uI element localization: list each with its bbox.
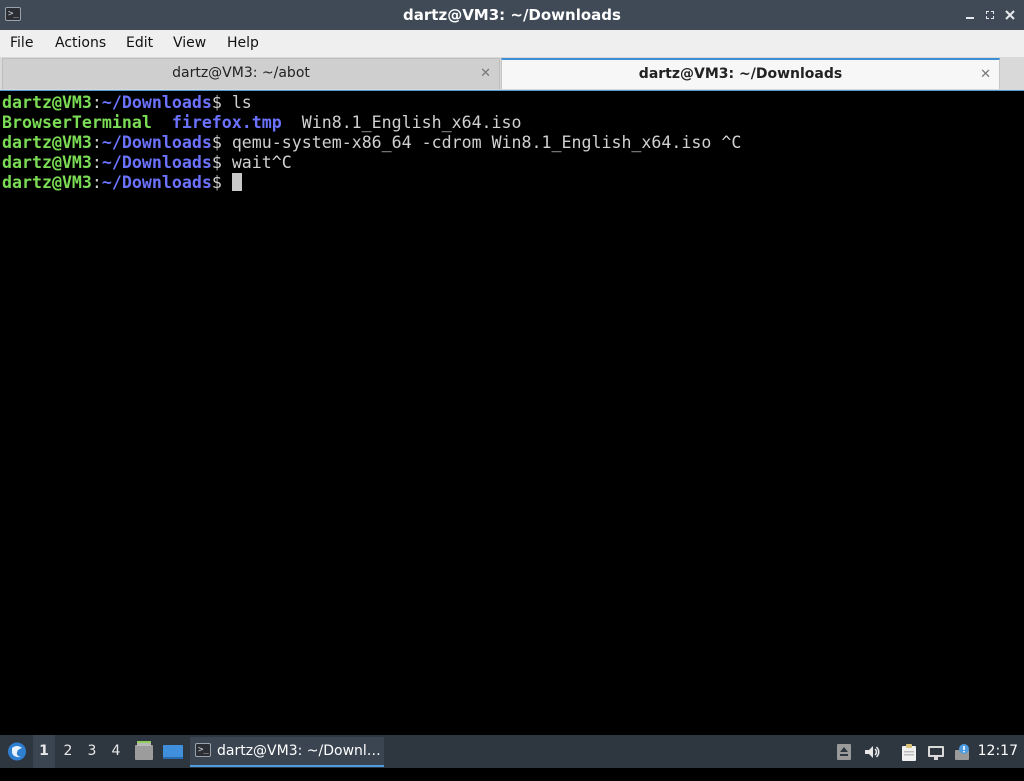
close-icon [1005,10,1015,20]
ls-entry-file: Win8.1_English_x64.iso [301,113,522,132]
prompt-colon: : [91,153,102,172]
close-button[interactable] [1000,5,1020,25]
file-manager-launcher[interactable] [133,735,155,768]
desktop-icon [163,745,183,759]
prompt-symbol: $ [211,93,222,112]
prompt-cwd: ~/Downloads [101,153,212,172]
workspace-1[interactable]: 1 [33,735,55,768]
tab-abot-label: dartz@VM3: ~/abot [172,65,310,81]
tab-downloads[interactable]: dartz@VM3: ~/Downloads ✕ [501,58,1000,89]
restore-button[interactable] [980,5,1000,25]
update-notifier-button[interactable] [954,743,972,761]
tab-bar: dartz@VM3: ~/abot ✕ dartz@VM3: ~/Downloa… [0,57,1024,90]
ls-entry-directory: firefox.tmp [171,113,282,132]
show-desktop-button[interactable] [161,735,185,768]
terminal-line: dartz@VM3:~/Downloads$ wait^C [2,153,741,173]
command-text: ls [221,93,252,112]
workspace-4[interactable]: 4 [105,735,127,768]
clock[interactable]: 12:17 [978,735,1018,768]
window-title: dartz@VM3: ~/Downloads [403,6,621,24]
terminal-line: dartz@VM3:~/Downloads$ ls [2,93,741,113]
clipboard-button[interactable] [900,743,918,761]
prompt-user-host: dartz@VM3 [2,133,92,152]
minimize-icon [966,17,974,19]
update-icon [955,744,969,760]
prompt-colon: : [91,133,102,152]
prompt-cwd: ~/Downloads [101,173,212,192]
menu-bar: File Actions Edit View Help [0,30,1024,57]
tab-downloads-close-icon[interactable]: ✕ [980,60,991,89]
clipboard-icon [902,744,916,761]
usb-icon [837,744,851,760]
network-button[interactable] [927,743,945,761]
usb-tray-button[interactable] [835,743,853,761]
terminal-line: dartz@VM3:~/Downloads$ [2,173,741,193]
command-text: qemu-system-x86_64 -cdrom Win8.1_English… [221,133,742,152]
prompt-colon: : [91,93,102,112]
terminal-task-icon: >_ [195,743,211,757]
prompt-colon: : [91,173,102,192]
menu-logo-icon [8,742,26,761]
volume-button[interactable] [863,743,881,761]
terminal-cursor [231,173,242,191]
command-text: wait^C [221,153,292,172]
minimize-button[interactable] [960,5,980,25]
prompt-user-host: dartz@VM3 [2,173,92,192]
window-titlebar: >_ dartz@VM3: ~/Downloads [0,0,1024,30]
ls-entry-executable: BrowserTerminal [2,113,152,132]
taskbar: 1 2 3 4 >_ dartz@VM3: ~/Downl… 12:17 [0,735,1024,768]
terminal-line: BrowserTerminal firefox.tmp Win8.1_Engli… [2,113,741,133]
menu-help[interactable]: Help [227,30,259,57]
menu-edit[interactable]: Edit [126,30,153,57]
prompt-cwd: ~/Downloads [101,133,212,152]
taskbar-task-label: dartz@VM3: ~/Downl… [217,743,381,759]
restore-icon [986,11,994,19]
prompt-symbol: $ [211,133,222,152]
taskbar-task-terminal[interactable]: >_ dartz@VM3: ~/Downl… [190,737,384,767]
workspace-3[interactable]: 3 [81,735,103,768]
prompt-cwd: ~/Downloads [101,93,212,112]
network-icon [928,746,944,760]
prompt-symbol: $ [211,173,222,192]
prompt-user-host: dartz@VM3 [2,93,92,112]
prompt-user-host: dartz@VM3 [2,153,92,172]
workspace-2[interactable]: 2 [57,735,79,768]
menu-view[interactable]: View [173,30,206,57]
tab-abot[interactable]: dartz@VM3: ~/abot ✕ [2,58,500,89]
menu-actions[interactable]: Actions [55,30,106,57]
volume-icon [865,746,880,758]
menu-file[interactable]: File [10,30,33,57]
start-menu-button[interactable] [4,735,30,768]
terminal-line: dartz@VM3:~/Downloads$ qemu-system-x86_6… [2,133,741,153]
file-manager-icon [135,741,153,760]
prompt-symbol: $ [211,153,222,172]
terminal-output: dartz@VM3:~/Downloads$ ls BrowserTerminal… [2,93,741,193]
terminal-area[interactable]: dartz@VM3:~/Downloads$ ls BrowserTerminal… [0,90,1024,735]
tab-downloads-label: dartz@VM3: ~/Downloads [638,66,843,82]
tab-abot-close-icon[interactable]: ✕ [480,59,491,88]
